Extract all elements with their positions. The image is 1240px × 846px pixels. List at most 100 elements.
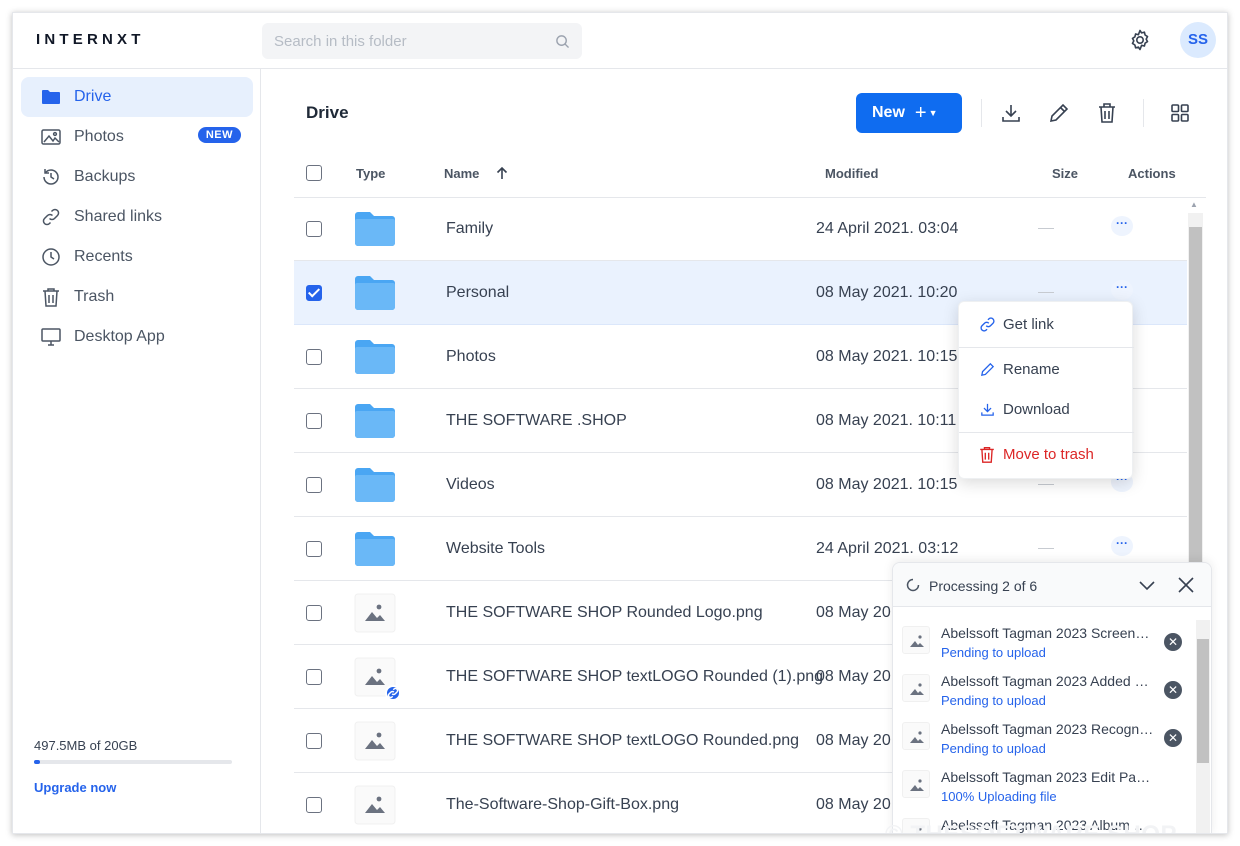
file-name[interactable]: THE SOFTWARE .SHOP (446, 412, 627, 430)
app-window: INTERNXT SS Drive Photos NEW Backups (12, 12, 1228, 834)
cancel-upload-icon[interactable]: ✕ (1164, 633, 1182, 651)
top-bar: INTERNXT SS (13, 13, 1227, 69)
menu-item-download[interactable]: Download (959, 391, 1134, 427)
file-size-empty (1038, 292, 1054, 293)
sort-arrow-up-icon[interactable] (495, 166, 509, 183)
file-row[interactable]: Family 24 April 2021. 03:04 ··· (294, 197, 1187, 261)
grid-view-icon[interactable] (1168, 101, 1192, 125)
shared-link-badge-icon (385, 685, 401, 701)
row-checkbox[interactable] (306, 477, 322, 493)
row-checkbox[interactable] (306, 669, 322, 685)
close-icon[interactable] (1176, 575, 1196, 600)
image-file-icon (902, 626, 930, 654)
column-header-type[interactable]: Type (356, 166, 385, 181)
file-name[interactable]: Family (446, 220, 493, 238)
trash-icon (40, 286, 62, 308)
sidebar-item-desktop-app[interactable]: Desktop App (21, 317, 253, 357)
plus-icon: + (914, 101, 927, 124)
rename-pencil-icon[interactable] (1047, 101, 1071, 125)
file-name[interactable]: THE SOFTWARE SHOP Rounded Logo.png (446, 604, 763, 622)
sidebar-item-shared-links[interactable]: Shared links (21, 197, 253, 237)
sidebar-item-label: Photos (74, 128, 124, 145)
sidebar-item-label: Recents (74, 248, 133, 265)
upgrade-now-link[interactable]: Upgrade now (34, 780, 116, 795)
cancel-upload-icon[interactable]: ✕ (1164, 681, 1182, 699)
image-file-icon (354, 721, 396, 761)
folder-icon (354, 401, 396, 441)
upload-panel-title: Processing 2 of 6 (929, 578, 1038, 594)
list-scrollbar-thumb[interactable] (1189, 227, 1202, 597)
scroll-up-arrow-icon[interactable]: ▲ (1190, 200, 1198, 209)
file-name[interactable]: Website Tools (446, 540, 545, 558)
row-checkbox[interactable] (306, 797, 322, 813)
row-checkbox[interactable] (306, 349, 322, 365)
file-modified-date: 24 April 2021. 03:12 (816, 540, 959, 557)
sidebar-item-trash[interactable]: Trash (21, 277, 253, 317)
toolbar-divider (1143, 99, 1144, 127)
row-checkbox[interactable] (306, 605, 322, 621)
menu-item-move-to-trash[interactable]: Move to trash (959, 436, 1134, 472)
select-all-checkbox[interactable] (306, 165, 322, 181)
row-actions-button[interactable]: ··· (1111, 536, 1133, 556)
file-name[interactable]: THE SOFTWARE SHOP textLOGO Rounded.png (446, 732, 799, 750)
folder-icon (354, 337, 396, 377)
sidebar-item-backups[interactable]: Backups (21, 157, 253, 197)
menu-item-label: Download (1003, 400, 1070, 418)
column-header-size[interactable]: Size (1052, 166, 1078, 181)
file-modified-date: 24 April 2021. 03:04 (816, 220, 959, 237)
user-avatar[interactable]: SS (1180, 22, 1216, 58)
menu-item-rename[interactable]: Rename (959, 351, 1134, 387)
search-input[interactable] (262, 23, 542, 59)
menu-item-get-link[interactable]: Get link (959, 306, 1134, 342)
menu-divider (959, 432, 1134, 433)
new-button[interactable]: New + ▼ (856, 93, 962, 133)
file-name[interactable]: The-Software-Shop-Gift-Box.png (446, 796, 679, 814)
upload-panel-header: Processing 2 of 6 (893, 563, 1211, 607)
upload-status: 100% Uploading file (941, 789, 1057, 804)
file-name[interactable]: Personal (446, 284, 509, 302)
chevron-down-icon[interactable] (1137, 575, 1157, 600)
search-icon[interactable] (555, 34, 570, 54)
page-title: Drive (306, 103, 349, 122)
row-checkbox[interactable] (306, 733, 322, 749)
cancel-upload-icon[interactable]: ✕ (1164, 729, 1182, 747)
sidebar-item-photos[interactable]: Photos NEW (21, 117, 253, 157)
upload-progress-panel: Processing 2 of 6 Abelssoft Tagman 2023 … (892, 562, 1212, 833)
sidebar-item-recents[interactable]: Recents (21, 237, 253, 277)
upload-scrollbar-thumb[interactable] (1197, 639, 1209, 763)
sidebar: Drive Photos NEW Backups Shared links Re… (13, 69, 261, 833)
upload-item: Abelssoft Tagman 2023 Recognition.png Pen… (893, 711, 1193, 759)
new-button-label: New (872, 104, 905, 121)
delete-trash-icon[interactable] (1095, 101, 1119, 125)
column-header-modified[interactable]: Modified (825, 166, 878, 181)
image-file-icon (902, 722, 930, 750)
file-size-empty (1038, 548, 1054, 549)
folder-icon (354, 465, 396, 505)
file-name[interactable]: Photos (446, 348, 496, 366)
sidebar-item-drive[interactable]: Drive (21, 77, 253, 117)
settings-gear-icon[interactable] (1128, 28, 1152, 52)
row-checkbox[interactable] (306, 541, 322, 557)
file-modified-date: 08 May 2021. 10:15 (816, 476, 958, 493)
row-actions-button[interactable]: ··· (1111, 280, 1133, 300)
upload-status: Pending to upload (941, 693, 1046, 708)
file-modified-date: 08 May 2021. 10:20 (816, 284, 958, 301)
sidebar-item-label: Shared links (74, 208, 163, 225)
app-logo[interactable]: INTERNXT (36, 31, 145, 48)
upload-file-name: Abelssoft Tagman 2023 Edit Panel.png (941, 769, 1156, 785)
search-box[interactable] (262, 23, 582, 59)
row-checkbox[interactable] (306, 221, 322, 237)
trash-icon (979, 445, 997, 463)
file-name[interactable]: Videos (446, 476, 495, 494)
download-icon[interactable] (999, 101, 1023, 125)
column-header-name[interactable]: Name (444, 166, 509, 183)
image-file-icon (354, 593, 396, 633)
row-checkbox[interactable] (306, 285, 322, 301)
watermark: © THESOFTWARE.SHOP (885, 821, 1177, 833)
row-actions-button[interactable]: ··· (1111, 216, 1133, 236)
sidebar-item-label: Desktop App (74, 328, 165, 345)
file-name[interactable]: THE SOFTWARE SHOP textLOGO Rounded (1).p… (446, 668, 823, 686)
row-checkbox[interactable] (306, 413, 322, 429)
new-badge: NEW (197, 127, 241, 143)
menu-divider (959, 347, 1134, 348)
